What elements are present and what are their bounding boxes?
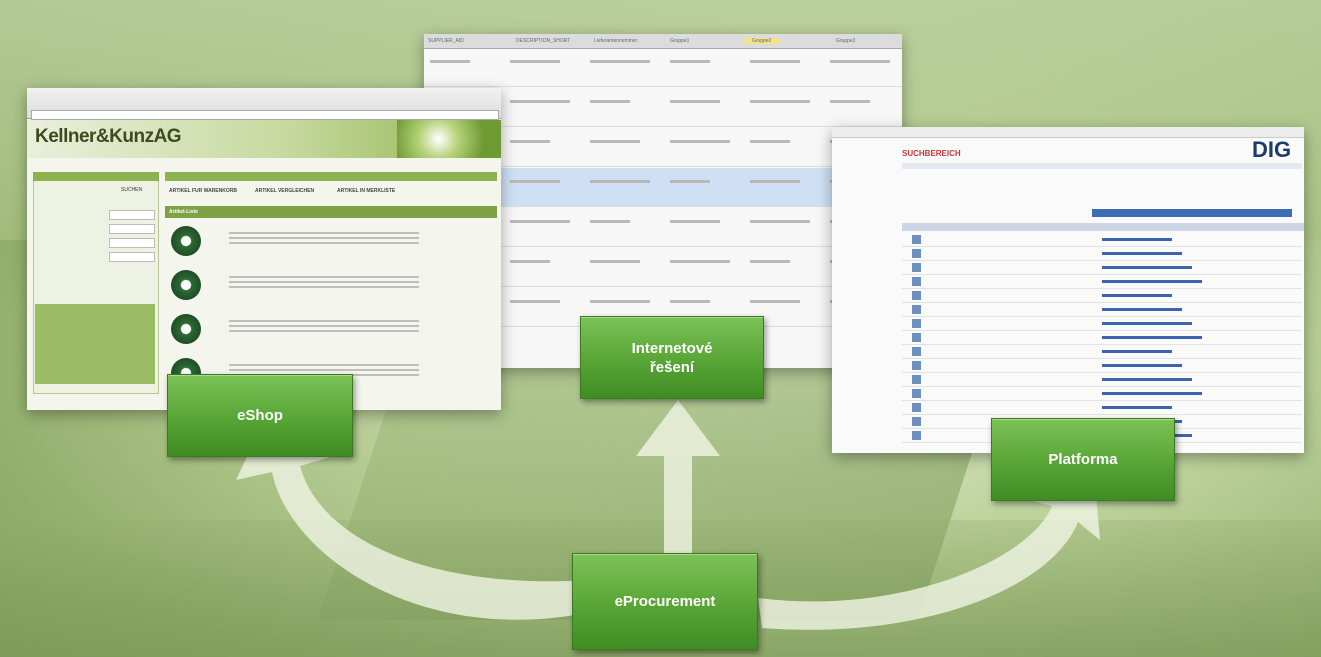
eshop-box: eShop [167,374,353,457]
internet-solution-box: Internetové řešení [580,316,764,399]
eprocurement-box: eProcurement [572,553,758,650]
platform-box: Platforma [991,418,1175,501]
arrow-to-internet [636,400,720,560]
infographic-canvas: SUPPLIER_AID DESCRIPTION_SHORT Lieferant… [0,0,1321,657]
